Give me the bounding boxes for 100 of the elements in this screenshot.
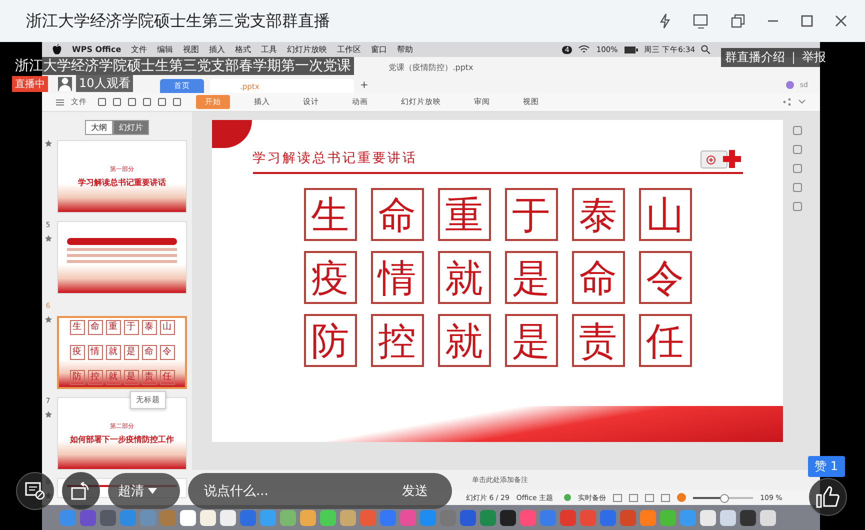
thumbnail-character: 泰 (142, 320, 156, 335)
character-cell: 防 (304, 314, 356, 367)
app-icon[interactable] (320, 510, 336, 526)
comment-off-icon (25, 482, 45, 500)
app-icon[interactable] (100, 510, 116, 526)
star-icon (44, 411, 52, 418)
character-cell: 泰 (572, 188, 624, 241)
app-icon[interactable] (700, 510, 716, 526)
app-menu[interactable]: WPS Office (72, 45, 122, 54)
menu-item[interactable]: 窗口 (371, 44, 388, 55)
character-cell: 命 (572, 251, 624, 304)
screen-share-icon[interactable] (693, 13, 709, 29)
app-icon[interactable] (220, 510, 236, 526)
character-cell: 就 (438, 251, 490, 304)
stream-title: 浙江大学经济学院硕士生第三党支部春学期第一次党课 (12, 57, 354, 75)
new-tab-button[interactable]: + (360, 79, 368, 93)
thumbnail-character: 命 (88, 320, 102, 335)
slide-title: 学习解读总书记重要讲话 (252, 150, 418, 167)
battery-icon[interactable] (624, 46, 638, 54)
thumbnail-character: 就 (106, 370, 120, 385)
app-icon[interactable] (500, 510, 516, 526)
wifi-icon[interactable] (578, 45, 590, 54)
thumbnail-text: 如何部署下一步疫情防控工作 (70, 434, 174, 445)
sidebar-tool-icon[interactable] (793, 164, 802, 173)
avatar-icon[interactable] (786, 81, 794, 89)
character-cell: 是 (504, 314, 558, 367)
menu-item[interactable]: 帮助 (397, 44, 414, 55)
character-cell: 令 (638, 251, 692, 304)
thumbnail-character: 生 (70, 320, 84, 335)
menu-icon[interactable] (56, 98, 64, 106)
character-cell: 任 (638, 314, 692, 367)
like-count: 赞 1 (808, 456, 845, 477)
menu-item[interactable]: 编辑 (157, 44, 174, 55)
quality-dropdown[interactable]: 超清 (108, 473, 180, 509)
menu-item[interactable]: 工作区 (337, 44, 362, 55)
thumbs-up-icon (816, 486, 840, 508)
backup-status-icon (564, 494, 572, 501)
thumbnail-character: 就 (106, 345, 120, 360)
menu-item[interactable]: 格式 (235, 44, 252, 55)
play-icon[interactable] (677, 493, 686, 502)
thumbnail-character: 重 (106, 320, 120, 335)
sidebar-tool-icon[interactable] (793, 126, 802, 135)
apple-icon[interactable] (52, 44, 62, 55)
like-button[interactable] (809, 478, 847, 516)
menu-item[interactable]: 插入 (209, 44, 226, 55)
comment-field[interactable]: 说点什么... 发送 (188, 473, 452, 509)
character-cell: 疫 (304, 251, 356, 304)
slide-thumbnail[interactable]: 生命重于泰山 疫情就是命令 防控就是责任 (57, 316, 187, 389)
search-icon[interactable] (701, 45, 710, 54)
thumbnail-character: 是 (124, 345, 138, 360)
character-cell: 控 (370, 314, 424, 367)
panel-tab[interactable]: 幻灯片 (113, 120, 149, 135)
thumbnail-character: 山 (160, 320, 174, 335)
sidebar-tool-icon[interactable] (793, 145, 802, 154)
maximize-icon[interactable] (801, 15, 813, 27)
menu-item[interactable]: 幻灯片放映 (287, 44, 328, 55)
close-icon[interactable] (835, 15, 847, 27)
share-icon[interactable] (783, 98, 791, 106)
slide-thumbnail[interactable] (57, 221, 187, 294)
panel-tab[interactable]: 大纲 (85, 120, 113, 135)
menu-item[interactable]: 工具 (261, 44, 278, 55)
intro-link[interactable]: 群直播介绍 (725, 49, 785, 66)
thumbnail-character: 于 (124, 320, 138, 335)
menu-item[interactable]: 文件 (131, 44, 148, 55)
app-icon[interactable] (760, 510, 776, 526)
sidebar-tool-icon[interactable] (793, 183, 802, 192)
app-icon[interactable] (300, 510, 316, 526)
thumbnail-character: 责 (142, 370, 156, 385)
sidebar-tool-icon[interactable] (793, 202, 802, 211)
app-icon[interactable] (200, 510, 216, 526)
character-cell: 于 (504, 188, 558, 241)
character-cell: 就 (438, 314, 490, 367)
character-cell: 山 (638, 188, 692, 241)
thumbnail-text: 学习解读总书记重要讲话 (78, 177, 166, 188)
character-cell: 命 (370, 188, 424, 241)
character-cell: 重 (438, 188, 490, 241)
app-icon[interactable] (720, 510, 736, 526)
thumbnail-character: 命 (142, 345, 156, 360)
send-button[interactable]: 发送 (396, 481, 434, 501)
star-icon (44, 235, 52, 242)
star-icon (44, 316, 52, 323)
thumbnail-character: 任 (160, 370, 174, 385)
thumbnail-character: 防 (70, 370, 84, 385)
document-title: 党课（疫情防控）.pptx (388, 62, 474, 72)
character-cell: 是 (504, 251, 558, 304)
chevron-down-icon[interactable] (798, 99, 806, 105)
live-badge: 直播中 (12, 76, 48, 92)
report-link[interactable]: 举报 (802, 49, 826, 66)
window-title: 浙江大学经济学院硕士生第三党支部群直播 (26, 10, 330, 32)
thumbnail-character: 是 (124, 370, 138, 385)
thumbnail-character: 令 (160, 345, 174, 360)
copy-icon[interactable] (731, 14, 745, 28)
lightning-icon[interactable] (659, 13, 671, 29)
character-cell: 生 (304, 188, 356, 241)
menu-item[interactable]: 视图 (183, 44, 200, 55)
app-icon[interactable] (180, 510, 196, 526)
danmaku-toggle-button[interactable] (16, 472, 54, 510)
app-icon[interactable] (740, 510, 756, 526)
viewer-count: 10人观看 (76, 75, 134, 92)
character-cell: 责 (572, 314, 624, 367)
